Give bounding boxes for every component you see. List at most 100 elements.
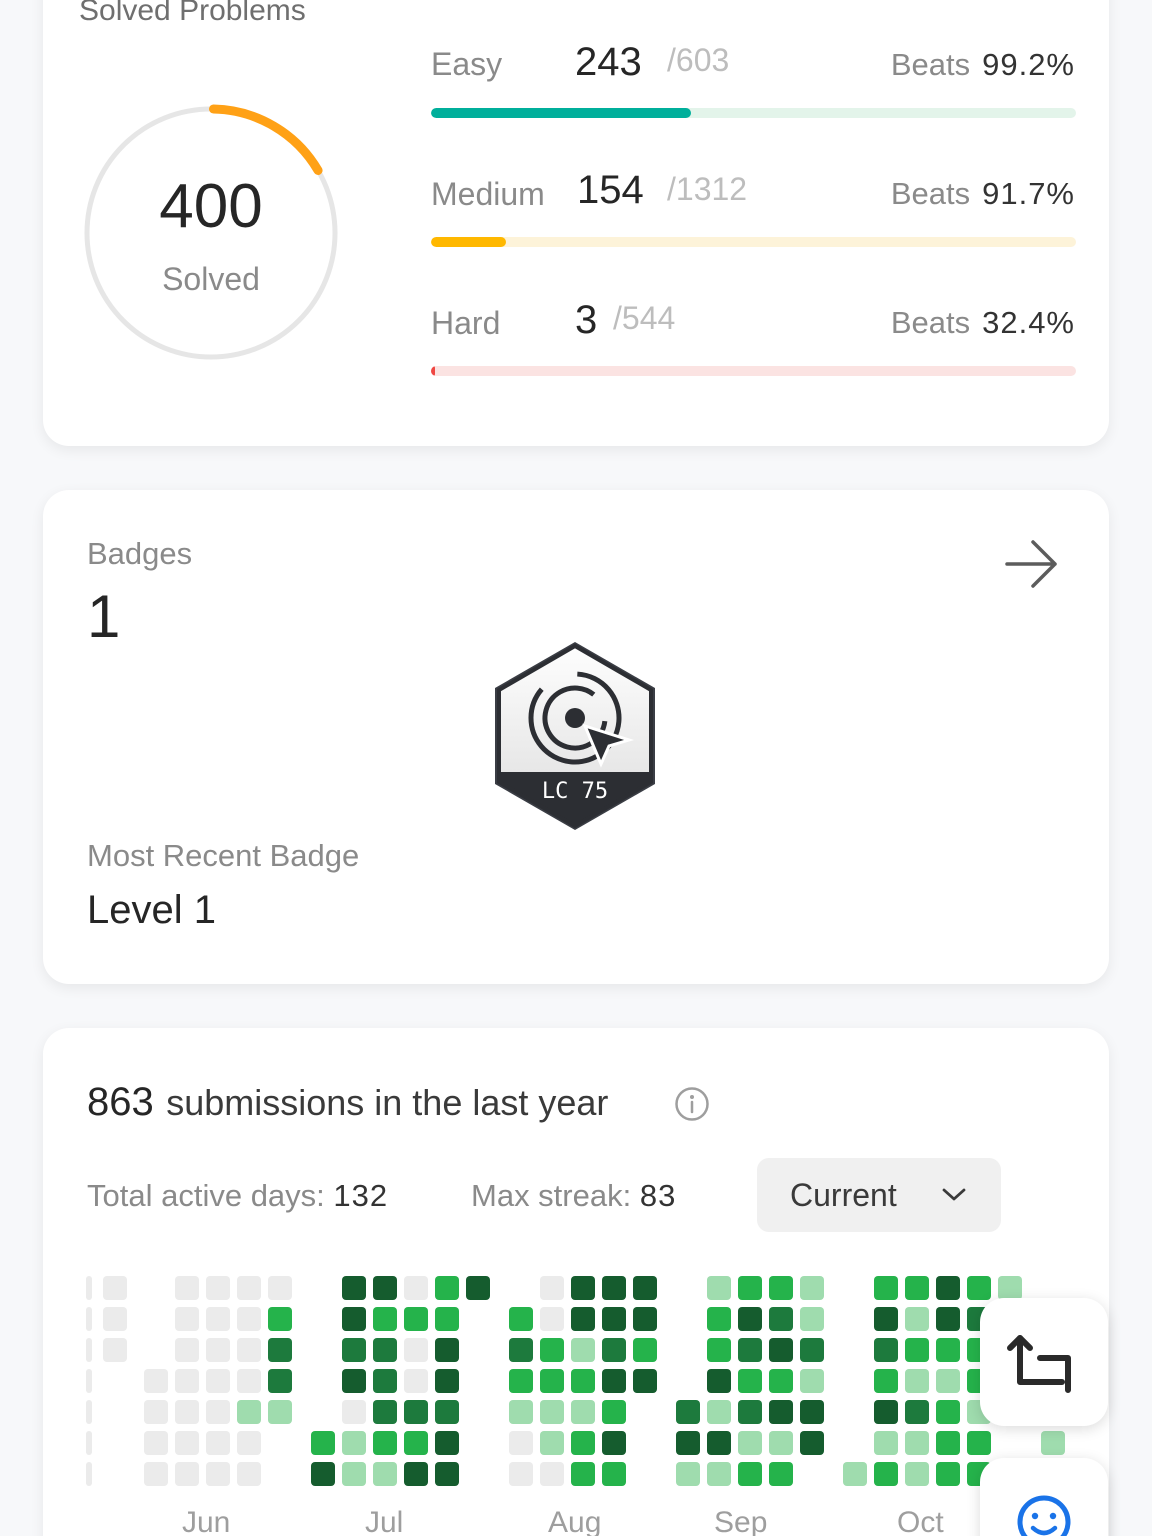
heatmap-cell[interactable]: [936, 1276, 960, 1300]
heatmap-cell[interactable]: [707, 1369, 731, 1393]
heatmap-cell[interactable]: [874, 1462, 898, 1486]
heatmap-cell[interactable]: [103, 1338, 127, 1362]
heatmap-cell[interactable]: [769, 1462, 793, 1486]
heatmap-cell[interactable]: [86, 1462, 92, 1486]
heatmap-cell[interactable]: [404, 1276, 428, 1300]
heatmap-cell[interactable]: [342, 1462, 366, 1486]
heatmap-cell[interactable]: [874, 1369, 898, 1393]
heatmap-cell[interactable]: [268, 1400, 292, 1424]
heatmap-cell[interactable]: [540, 1431, 564, 1455]
heatmap-cell[interactable]: [237, 1276, 261, 1300]
heatmap-cell[interactable]: [373, 1307, 397, 1331]
heatmap-cell[interactable]: [936, 1369, 960, 1393]
heatmap-cell[interactable]: [404, 1431, 428, 1455]
heatmap-cell[interactable]: [175, 1400, 199, 1424]
heatmap-cell[interactable]: [769, 1338, 793, 1362]
heatmap-cell[interactable]: [237, 1307, 261, 1331]
heatmap-cell[interactable]: [206, 1431, 230, 1455]
heatmap-cell[interactable]: [86, 1400, 92, 1424]
heatmap-cell[interactable]: [738, 1338, 762, 1362]
heatmap-cell[interactable]: [175, 1338, 199, 1362]
heatmap-cell[interactable]: [268, 1369, 292, 1393]
heatmap-cell[interactable]: [800, 1307, 824, 1331]
heatmap-cell[interactable]: [602, 1462, 626, 1486]
heatmap-cell[interactable]: [936, 1400, 960, 1424]
heatmap-cell[interactable]: [540, 1307, 564, 1331]
heatmap-cell[interactable]: [206, 1276, 230, 1300]
heatmap-cell[interactable]: [342, 1369, 366, 1393]
rotate-button[interactable]: [980, 1298, 1108, 1426]
heatmap-cell[interactable]: [800, 1276, 824, 1300]
heatmap-cell[interactable]: [967, 1431, 991, 1455]
heatmap-cell[interactable]: [144, 1462, 168, 1486]
heatmap-cell[interactable]: [738, 1431, 762, 1455]
heatmap-cell[interactable]: [103, 1307, 127, 1331]
heatmap-cell[interactable]: [237, 1431, 261, 1455]
heatmap-cell[interactable]: [342, 1338, 366, 1362]
heatmap-cell[interactable]: [905, 1431, 929, 1455]
heatmap-cell[interactable]: [602, 1307, 626, 1331]
heatmap-cell[interactable]: [404, 1307, 428, 1331]
heatmap-cell[interactable]: [268, 1276, 292, 1300]
heatmap-cell[interactable]: [998, 1276, 1022, 1300]
heatmap-cell[interactable]: [905, 1276, 929, 1300]
heatmap-cell[interactable]: [905, 1400, 929, 1424]
heatmap-cell[interactable]: [509, 1369, 533, 1393]
heatmap-cell[interactable]: [237, 1338, 261, 1362]
heatmap-cell[interactable]: [268, 1338, 292, 1362]
heatmap-cell[interactable]: [435, 1431, 459, 1455]
heatmap-cell[interactable]: [905, 1307, 929, 1331]
arrow-right-icon[interactable]: [1001, 536, 1063, 592]
heatmap-cell[interactable]: [509, 1431, 533, 1455]
heatmap-cell[interactable]: [509, 1462, 533, 1486]
heatmap-cell[interactable]: [237, 1462, 261, 1486]
heatmap-cell[interactable]: [738, 1369, 762, 1393]
heatmap-cell[interactable]: [435, 1307, 459, 1331]
heatmap-cell[interactable]: [707, 1431, 731, 1455]
heatmap-cell[interactable]: [466, 1276, 490, 1300]
heatmap-cell[interactable]: [602, 1338, 626, 1362]
heatmap-cell[interactable]: [540, 1462, 564, 1486]
heatmap-cell[interactable]: [633, 1276, 657, 1300]
heatmap-cell[interactable]: [86, 1307, 92, 1331]
heatmap-cell[interactable]: [738, 1400, 762, 1424]
heatmap-cell[interactable]: [905, 1369, 929, 1393]
heatmap-cell[interactable]: [800, 1431, 824, 1455]
heatmap-cell[interactable]: [676, 1400, 700, 1424]
heatmap-cell[interactable]: [602, 1276, 626, 1300]
heatmap-cell[interactable]: [206, 1307, 230, 1331]
heatmap-cell[interactable]: [800, 1400, 824, 1424]
heatmap-cell[interactable]: [936, 1338, 960, 1362]
heatmap-cell[interactable]: [509, 1307, 533, 1331]
heatmap-cell[interactable]: [342, 1276, 366, 1300]
heatmap-cell[interactable]: [435, 1369, 459, 1393]
heatmap-cell[interactable]: [342, 1307, 366, 1331]
heatmap-cell[interactable]: [311, 1431, 335, 1455]
lc75-badge[interactable]: LC 75: [489, 640, 661, 832]
heatmap-cell[interactable]: [342, 1431, 366, 1455]
heatmap-cell[interactable]: [311, 1462, 335, 1486]
heatmap-cell[interactable]: [936, 1431, 960, 1455]
heatmap-cell[interactable]: [967, 1276, 991, 1300]
info-icon[interactable]: [674, 1086, 710, 1122]
heatmap-cell[interactable]: [676, 1431, 700, 1455]
heatmap-cell[interactable]: [144, 1400, 168, 1424]
heatmap-cell[interactable]: [905, 1462, 929, 1486]
heatmap-cell[interactable]: [769, 1369, 793, 1393]
heatmap-cell[interactable]: [769, 1431, 793, 1455]
heatmap-cell[interactable]: [404, 1338, 428, 1362]
heatmap-cell[interactable]: [769, 1307, 793, 1331]
heatmap-cell[interactable]: [800, 1369, 824, 1393]
heatmap-cell[interactable]: [373, 1462, 397, 1486]
heatmap-cell[interactable]: [540, 1276, 564, 1300]
heatmap-cell[interactable]: [874, 1338, 898, 1362]
heatmap-cell[interactable]: [602, 1431, 626, 1455]
heatmap-cell[interactable]: [206, 1400, 230, 1424]
heatmap-cell[interactable]: [175, 1462, 199, 1486]
heatmap-cell[interactable]: [738, 1462, 762, 1486]
heatmap-cell[interactable]: [373, 1338, 397, 1362]
heatmap-cell[interactable]: [206, 1338, 230, 1362]
heatmap-cell[interactable]: [707, 1276, 731, 1300]
heatmap-cell[interactable]: [874, 1276, 898, 1300]
heatmap-cell[interactable]: [707, 1462, 731, 1486]
